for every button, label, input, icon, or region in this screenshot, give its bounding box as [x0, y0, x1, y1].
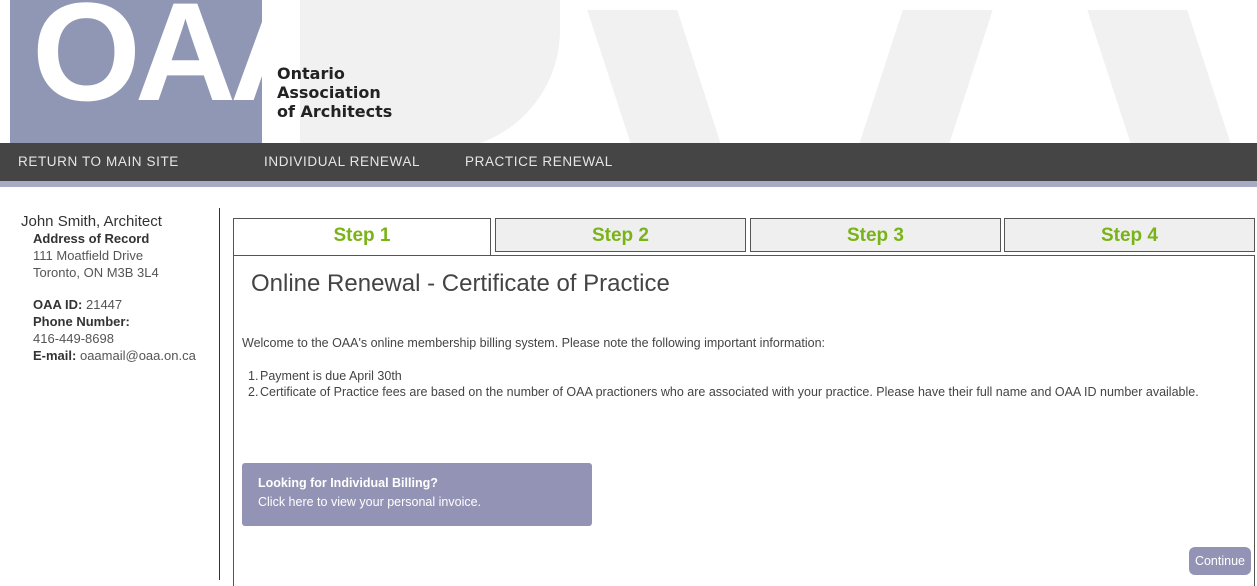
list-item-text: Payment is due April 30th — [260, 369, 402, 383]
nav-return-to-main-site[interactable]: RETURN TO MAIN SITE — [18, 143, 179, 181]
email-label: E-mail: — [33, 348, 77, 363]
logo-text: OAA — [32, 0, 262, 130]
organization-name: Ontario Association of Architects — [277, 64, 392, 121]
phone-label: Phone Number: — [33, 314, 130, 329]
continue-button[interactable]: Continue — [1188, 547, 1251, 575]
tab-step-3[interactable]: Step 3 — [750, 218, 1001, 252]
list-item-number: 2. — [248, 385, 259, 399]
oaa-logo[interactable]: OAA — [10, 0, 262, 143]
member-name: John Smith, Architect — [21, 213, 162, 230]
address-line: 111 Moatfield Drive — [33, 248, 144, 263]
individual-billing-link[interactable]: Looking for Individual Billing? Click he… — [242, 463, 592, 526]
address-line: Toronto, ON M3B 3L4 — [33, 265, 159, 280]
step-tabs: Step 1 Step 2 Step 3 Step 4 — [233, 218, 1255, 256]
header-decoration — [587, 10, 723, 143]
callout-text: Click here to view your personal invoice… — [258, 495, 482, 509]
oaa-id-value: 21447 — [85, 297, 123, 312]
site-header: OAA Ontario Association of Architects — [0, 0, 1257, 143]
member-info-sidebar: John Smith, Architect Address of Record … — [21, 213, 221, 364]
tab-step-4[interactable]: Step 4 — [1004, 218, 1255, 252]
nav-accent-strip — [0, 181, 1257, 187]
org-name-line: Ontario — [277, 64, 345, 83]
page-title: Online Renewal - Certificate of Practice — [251, 270, 670, 297]
list-item-number: 1. — [248, 369, 259, 383]
nav-individual-renewal[interactable]: INDIVIDUAL RENEWAL — [264, 143, 420, 181]
tab-step-2[interactable]: Step 2 — [495, 218, 746, 252]
header-decoration — [857, 10, 993, 143]
main-nav: RETURN TO MAIN SITE INDIVIDUAL RENEWAL P… — [0, 143, 1257, 181]
nav-practice-renewal[interactable]: PRACTICE RENEWAL — [465, 143, 613, 181]
list-item-text: Certificate of Practice fees are based o… — [260, 385, 1199, 399]
list-item: 1. Payment is due April 30th — [242, 368, 1232, 384]
address-heading: Address of Record — [33, 231, 150, 246]
org-name-line: Association — [277, 83, 381, 102]
oaa-id-label: OAA ID: — [33, 297, 83, 312]
phone-value: 416-449-8698 — [33, 331, 114, 346]
tab-step-1[interactable]: Step 1 — [233, 218, 491, 256]
email-value: oaamail@oaa.on.ca — [79, 348, 196, 363]
important-notes-list: 1. Payment is due April 30th 2. Certific… — [242, 368, 1232, 400]
header-decoration — [1087, 10, 1233, 143]
org-name-line: of Architects — [277, 102, 393, 121]
intro-text: Welcome to the OAA's online membership b… — [242, 336, 825, 350]
list-item: 2. Certificate of Practice fees are base… — [242, 384, 1232, 400]
step-content-panel: Online Renewal - Certificate of Practice… — [233, 255, 1255, 586]
sidebar-divider — [219, 208, 220, 580]
callout-title: Looking for Individual Billing? — [258, 476, 438, 490]
